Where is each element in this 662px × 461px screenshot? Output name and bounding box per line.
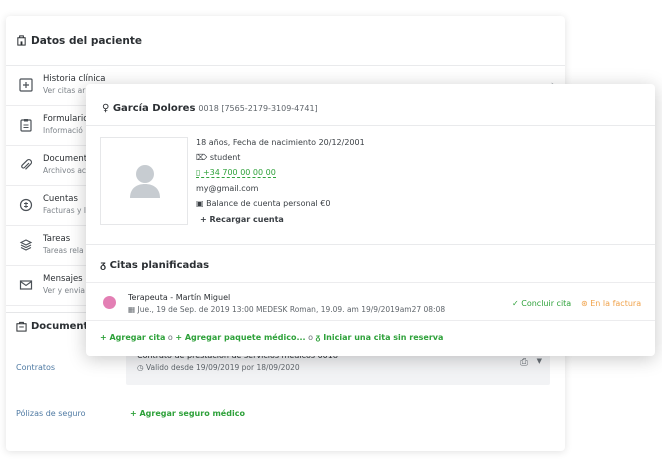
menu-item-subtitle: Archivos ac [43, 166, 87, 175]
documents-icon [16, 321, 27, 332]
patient-data-header: Datos del paciente [6, 16, 565, 66]
menu-item-subtitle: Facturas y l [43, 206, 86, 215]
wallet-icon: ▣ [196, 199, 207, 208]
patient-name: García Dolores [112, 103, 196, 114]
menu-item-title: Mensajes [43, 274, 83, 284]
menu-item-title: Documento [43, 154, 93, 164]
patient-card: ♀ García Dolores 0018 [7565-2179-3109-474… [86, 84, 655, 356]
add-package-button[interactable]: + Agregar paquete médico... [175, 333, 305, 342]
appointments-title: ᵹ Citas planificadas [100, 260, 210, 271]
appointment-actions: + Agregar cita o + Agregar paquete médic… [100, 333, 444, 342]
email[interactable]: my@gmail.com [196, 184, 258, 193]
appointment-details: ▦ Jue., 19 de Sep. de 2019 13:00 MEDESK … [128, 305, 446, 314]
phone-link[interactable]: ▯ +34 700 00 00 00 [196, 168, 276, 178]
divider [86, 244, 655, 245]
contract-validity: ◷ Valido desde 19/09/2019 por 18/09/2020 [137, 363, 300, 372]
divider [86, 282, 655, 283]
envelope-icon [18, 277, 34, 293]
balance: ▣ Balance de cuenta personal €0 [196, 199, 331, 208]
tasks-icon [18, 237, 34, 253]
invoice-button[interactable]: ⊛ En la factura [581, 299, 641, 308]
clock-icon: ◷ [137, 363, 146, 372]
billing-icon [18, 197, 34, 213]
menu-item-subtitle: Ver y envia [43, 286, 85, 295]
person-pin-icon: ♀ [102, 103, 113, 114]
menu-item-title: Historia clínica [43, 74, 106, 84]
menu-item-subtitle: Informació [43, 126, 83, 135]
invoice-icon: ⊛ [581, 299, 591, 308]
avatar[interactable] [100, 137, 188, 225]
avatar-placeholder-icon [130, 165, 160, 198]
age-birthdate: 18 años, Fecha de nacimiento 20/12/2001 [196, 138, 365, 147]
divider [86, 320, 655, 321]
patient-name-line: ♀ García Dolores 0018 [7565-2179-3109-474… [102, 103, 318, 114]
phone-icon: ▯ [196, 168, 203, 177]
stethoscope-icon: ᵹ [100, 260, 110, 271]
add-appointment-button[interactable]: + Agregar cita [100, 333, 165, 342]
patient-id: 0018 [7565-2179-3109-4741] [198, 104, 318, 113]
contracts-label: Contratos [16, 363, 56, 372]
medical-record-icon [18, 77, 34, 93]
menu-item-title: Cuentas [43, 194, 78, 204]
menu-item-title: Formulario [43, 114, 89, 124]
menu-item-subtitle: Ver citas ar [43, 86, 86, 95]
print-icon[interactable]: ⎙ [520, 357, 528, 368]
patient-tag: ⌦ student [196, 153, 241, 162]
insurance-label: Pólizas de seguro [16, 409, 86, 418]
paperclip-icon [18, 157, 34, 173]
add-insurance-button[interactable]: + Agregar seguro médico [130, 409, 245, 418]
menu-item-title: Tareas [43, 234, 71, 244]
recharge-account-button[interactable]: + Recargar cuenta [200, 215, 284, 224]
caret-down-icon[interactable]: ▼ [537, 357, 542, 365]
walk-in-button[interactable]: ᵹ Iniciar una cita sin reserva [316, 333, 444, 342]
building-icon [16, 35, 27, 46]
menu-item-subtitle: Tareas rela [43, 246, 84, 255]
appointment-doctor: Terapeuta - Martín Miguel [128, 293, 231, 302]
patient-card-header: ♀ García Dolores 0018 [7565-2179-3109-474… [86, 84, 655, 126]
clipboard-icon [18, 117, 34, 133]
patient-data-title: Datos del paciente [31, 34, 142, 47]
appointment-color-dot [103, 296, 116, 309]
conclude-appointment-button[interactable]: ✓ Concluir cita [512, 299, 571, 308]
tag-icon: ⌦ [196, 153, 210, 162]
